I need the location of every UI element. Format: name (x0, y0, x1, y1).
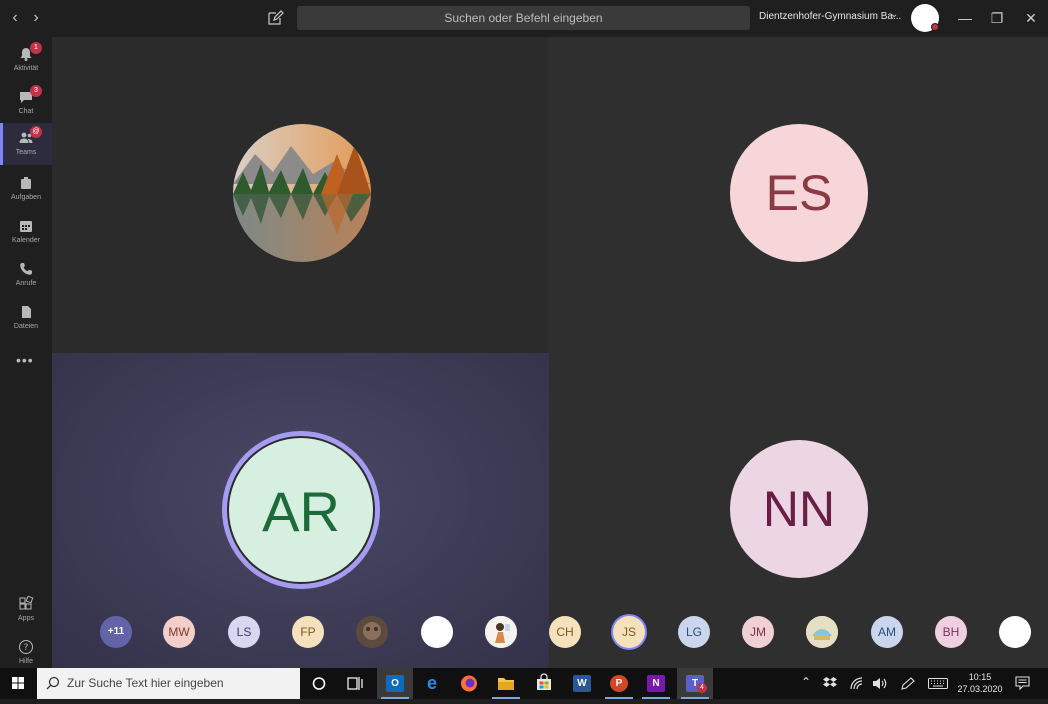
rail-item-label: Kalender (11, 237, 41, 244)
participant-avatar-small[interactable]: BH (935, 616, 967, 648)
svg-text:?: ? (24, 643, 29, 653)
rail-item-label: Anrufe (15, 280, 37, 287)
close-button[interactable]: ✕ (1021, 8, 1041, 28)
participant-avatar-small[interactable]: CH (549, 616, 581, 648)
participant-avatar-small[interactable]: LS (228, 616, 260, 648)
participant-avatar-photo (233, 124, 371, 262)
participant-tile[interactable] (52, 37, 549, 353)
teams-mention-badge: @ (30, 126, 42, 138)
assignments-icon (21, 177, 31, 189)
taskbar-search-input[interactable]: Zur Suche Text hier eingeben (37, 668, 300, 699)
back-button[interactable]: ‹ (6, 9, 24, 27)
chevron-down-icon[interactable]: ⌄ (890, 9, 898, 20)
more-apps-icon[interactable]: ••• (16, 352, 34, 368)
participant-avatar: ES (730, 124, 868, 262)
rail-item-aufgaben[interactable]: Aufgaben (0, 168, 52, 210)
rail-item-apps[interactable]: Apps (0, 589, 52, 631)
show-hidden-icons-button[interactable]: ⌃ (801, 675, 811, 689)
participant-avatar-photo-small[interactable] (485, 616, 517, 648)
chat-badge: 3 (30, 85, 42, 97)
edge-icon: e (426, 673, 437, 693)
minimize-button[interactable]: — (955, 8, 975, 28)
rail-item-chat[interactable]: 3 Chat (0, 82, 52, 124)
app-rail: 1 Aktivität 3 Chat @ Teams Aufgaben Kale… (0, 37, 52, 668)
presence-status-icon (931, 23, 939, 31)
participant-avatar-small[interactable]: JM (742, 616, 774, 648)
taskbar-app-powerpoint[interactable]: P (601, 668, 637, 699)
clock-time: 10:15 (968, 672, 992, 682)
participant-avatar: NN (730, 440, 868, 578)
taskbar-clock[interactable]: 10:15 27.03.2020 (948, 671, 1012, 695)
outlook-icon: O (386, 675, 404, 692)
rail-item-aktivitaet[interactable]: 1 Aktivität (0, 39, 52, 81)
compose-icon[interactable] (266, 9, 284, 27)
title-bar: ‹ › Suchen oder Befehl eingeben Dientzen… (0, 0, 1048, 37)
windows-start-button[interactable] (0, 668, 36, 699)
rail-item-dateien[interactable]: Dateien (0, 297, 52, 339)
participant-avatar-small[interactable]: FP (292, 616, 324, 648)
firefox-icon (461, 675, 477, 692)
taskbar-app-teams[interactable]: T 4 (677, 668, 713, 699)
dropbox-icon[interactable] (823, 677, 837, 689)
taskbar-search-placeholder: Zur Suche Text hier eingeben (67, 676, 224, 690)
command-search-input[interactable]: Suchen oder Befehl eingeben (297, 6, 750, 30)
taskbar-app-word[interactable]: W (564, 668, 600, 699)
rail-item-label: Hilfe (18, 658, 33, 665)
taskbar-app-firefox[interactable] (451, 668, 487, 699)
rail-item-label: Aufgaben (11, 194, 41, 201)
help-icon: ? (19, 640, 33, 654)
taskbar-app-outlook[interactable]: O (377, 668, 413, 699)
windows-taskbar: Zur Suche Text hier eingeben O e W P N T… (0, 668, 1048, 699)
cortana-icon (312, 677, 326, 690)
phone-icon (20, 263, 32, 275)
rail-item-anrufe[interactable]: Anrufe (0, 254, 52, 296)
onenote-icon: N (647, 675, 665, 692)
teams-taskbar-badge: 4 (697, 683, 707, 693)
task-view-button[interactable] (337, 668, 373, 699)
taskbar-app-file-explorer[interactable] (488, 668, 524, 699)
keyboard-icon[interactable] (928, 678, 948, 689)
apps-icon (19, 596, 34, 610)
rail-item-label: Dateien (13, 323, 39, 330)
task-view-icon (347, 677, 363, 690)
volume-icon[interactable] (872, 677, 888, 690)
participant-avatar-photo-small[interactable] (356, 616, 388, 648)
organization-switcher[interactable]: Dientzenhofer-Gymnasium Ba... (759, 11, 901, 22)
folder-icon (498, 678, 514, 690)
rail-item-kalender[interactable]: Kalender (0, 211, 52, 253)
participant-avatar-small[interactable]: AM (871, 616, 903, 648)
participant-avatar-small[interactable]: LG (678, 616, 710, 648)
participant-tile[interactable]: ES (549, 37, 1048, 353)
rail-item-teams[interactable]: @ Teams (0, 123, 52, 165)
windows-logo-icon (12, 677, 24, 689)
taskbar-app-onenote[interactable]: N (638, 668, 674, 699)
participant-avatar-small[interactable]: MW (163, 616, 195, 648)
store-icon (537, 673, 551, 690)
participant-avatar-small-speaking[interactable]: JS (613, 616, 645, 648)
search-icon (46, 676, 60, 690)
taskbar-app-edge[interactable]: e (414, 668, 450, 699)
participant-avatar-photo-small[interactable] (806, 616, 838, 648)
participant-avatar-small-blank[interactable] (421, 616, 453, 648)
powerpoint-icon: P (610, 675, 628, 692)
cortana-button[interactable] (301, 668, 337, 699)
rail-item-label: Chat (18, 108, 34, 115)
word-icon: W (573, 675, 591, 692)
notifications-icon[interactable] (1015, 676, 1030, 691)
wifi-icon[interactable] (850, 677, 864, 690)
rail-item-label: Teams (15, 149, 37, 156)
forward-button[interactable]: › (27, 9, 45, 27)
rail-item-label: Aktivität (13, 65, 39, 72)
clock-date: 27.03.2020 (957, 684, 1003, 694)
taskbar-app-store[interactable] (526, 668, 562, 699)
pen-icon[interactable] (900, 677, 915, 690)
files-icon (22, 306, 31, 318)
calendar-icon (20, 221, 32, 232)
rail-item-label: Apps (18, 615, 34, 622)
participant-avatar: AR (227, 436, 375, 584)
activity-badge: 1 (30, 42, 42, 54)
more-participants-button[interactable]: +11 (100, 616, 132, 648)
maximize-button[interactable]: ❐ (987, 8, 1007, 28)
participant-avatar-small-blank[interactable] (999, 616, 1031, 648)
